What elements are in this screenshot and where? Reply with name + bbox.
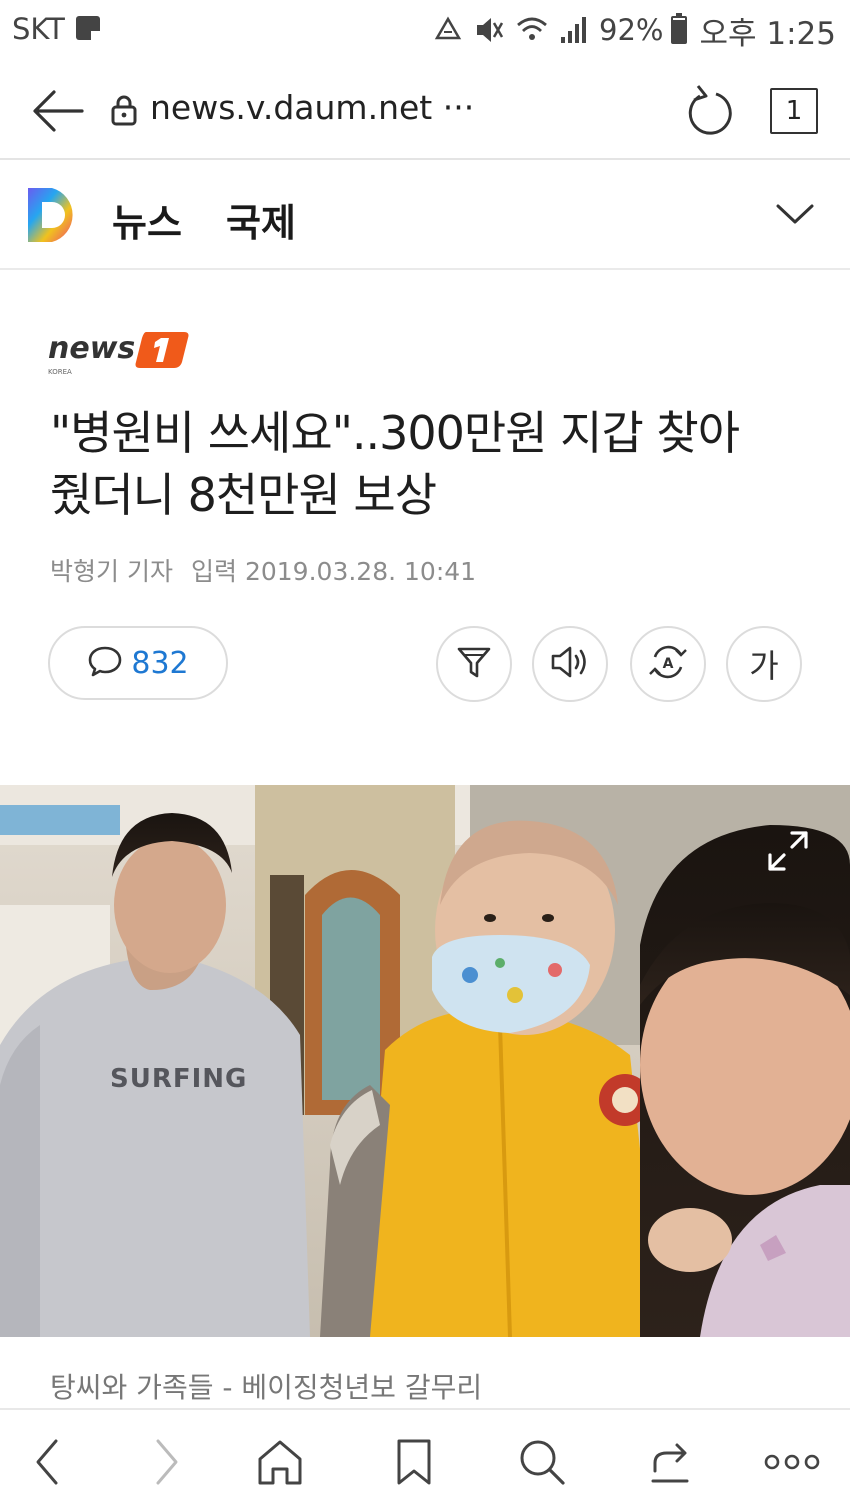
translate-icon: A (647, 641, 689, 687)
article-photo[interactable]: SURFING (0, 785, 850, 1337)
home-icon[interactable] (252, 1434, 308, 1490)
bottom-navigation (0, 1408, 850, 1512)
recycle-icon (433, 16, 463, 44)
chevron-down-icon[interactable] (772, 196, 818, 232)
bookmark-icon[interactable] (386, 1434, 442, 1490)
reporter-name[interactable]: 박형기 기자 (50, 557, 173, 586)
date-label: 입력 (190, 557, 237, 586)
nav-back-icon[interactable] (20, 1434, 76, 1490)
expand-icon[interactable] (766, 829, 810, 873)
headline-line: 줬더니 8천만원 보상 (50, 468, 437, 522)
svg-text:A: A (663, 656, 674, 672)
daum-logo[interactable] (26, 186, 84, 244)
font-size-icon: 가 (749, 647, 779, 685)
article-headline: "병원비 쓰세요"..300만원 지갑 찾아 줬더니 8천만원 보상 (50, 402, 820, 526)
headline-line: "병원비 쓰세요"..300만원 지갑 찾아 (50, 406, 740, 460)
shirt-text: SURFING (110, 1064, 247, 1094)
more-icon[interactable] (764, 1434, 820, 1490)
wifi-icon (515, 15, 549, 45)
signal-icon (559, 15, 589, 45)
photo-caption: 탕씨와 가족들 - 베이징청년보 갈무리 (50, 1371, 483, 1404)
article-byline: 박형기 기자 입력 2019.03.28. 10:41 (50, 552, 494, 588)
status-icons: 92% 오후 1:25 (433, 12, 836, 52)
status-time: 오후 1:25 (699, 15, 836, 52)
mute-icon (473, 15, 505, 45)
comment-count: 832 (131, 645, 189, 681)
carrier-label: SKT (12, 12, 65, 46)
publish-date: 2019.03.28. 10:41 (244, 557, 477, 586)
comment-icon (87, 645, 123, 681)
section-header: 뉴스 국제 (0, 160, 850, 270)
nav-forward-icon[interactable] (138, 1434, 194, 1490)
nav-category-label[interactable]: 국제 (226, 192, 296, 247)
tabs-count-button[interactable]: 1 (770, 88, 818, 134)
back-arrow-icon[interactable] (30, 86, 86, 136)
comment-button[interactable]: 832 (48, 626, 228, 700)
photo-illustration: SURFING (0, 785, 850, 1337)
speaker-icon (549, 643, 591, 685)
browser-url-bar: news.v.daum.net ··· 1 (0, 62, 850, 160)
battery-percent: 92% (599, 13, 664, 47)
divider (0, 268, 850, 270)
note-icon (76, 16, 100, 40)
publisher-logo[interactable]: news KOREA (48, 328, 190, 378)
url-field[interactable]: news.v.daum.net ··· (150, 88, 474, 127)
reload-icon[interactable] (684, 84, 734, 138)
font-size-button[interactable]: 가 (726, 626, 802, 702)
search-icon[interactable] (514, 1434, 570, 1490)
battery-icon (671, 13, 688, 44)
filter-icon (455, 643, 493, 685)
translate-button[interactable]: A (630, 626, 706, 702)
speaker-button[interactable] (532, 626, 608, 702)
status-bar: SKT 92% 오후 1:25 (0, 0, 850, 62)
share-icon[interactable] (642, 1434, 698, 1490)
svg-text:KOREA: KOREA (48, 368, 72, 376)
lock-icon (110, 94, 138, 126)
nav-news-label[interactable]: 뉴스 (112, 192, 182, 247)
svg-text:news: news (48, 331, 135, 366)
filter-button[interactable] (436, 626, 512, 702)
